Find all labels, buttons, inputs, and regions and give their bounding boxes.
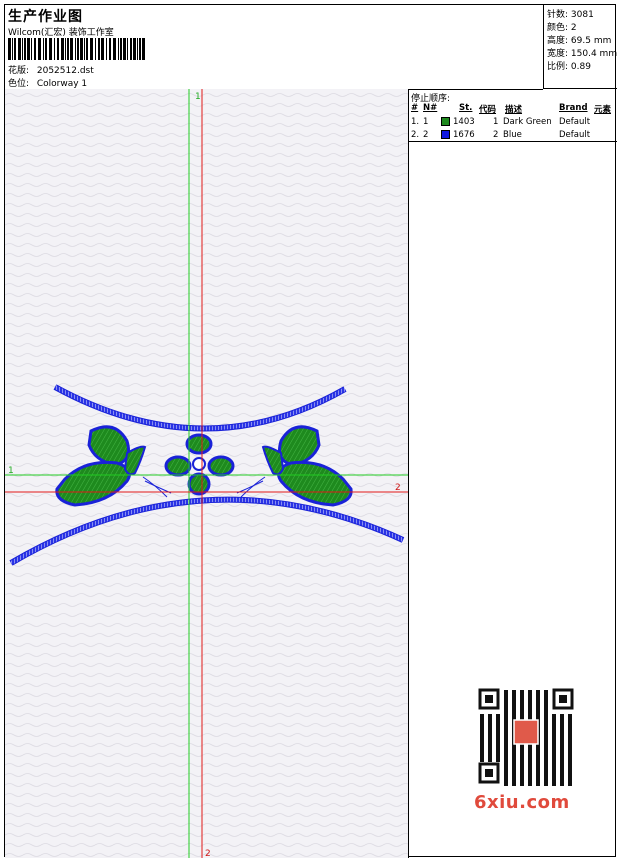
axis-label-left: 1 xyxy=(8,466,14,476)
watermark-text: 6xiu.com xyxy=(474,792,570,813)
stat-colors: 颜色: 2 xyxy=(547,23,577,33)
design-stats: 针数: 3081 颜色: 2 高度: 69.5 mm 宽度: 150.4 mm … xyxy=(543,5,617,89)
table-divider xyxy=(409,141,617,142)
company-name: Wilcom(汇宏) 装饰工作室 xyxy=(8,28,114,38)
col-header-code: 代码 xyxy=(479,105,497,115)
sheet-header: 生产作业图 Wilcom(汇宏) 装饰工作室 花版: 2052512.dst 色… xyxy=(5,5,543,90)
col-header-description: 描述 xyxy=(505,105,523,115)
design-filename: 2052512.dst xyxy=(36,66,94,76)
seal-icon xyxy=(513,719,539,745)
axis-label-top: 1 xyxy=(195,92,201,102)
stat-height: 高度: 69.5 mm xyxy=(547,36,612,46)
colorway-name: Colorway 1 xyxy=(36,79,88,89)
design-label: 花版: xyxy=(8,66,30,76)
col-header-brand: Brand xyxy=(559,103,588,113)
col-header-index: # xyxy=(411,103,419,113)
col-header-number: N# xyxy=(423,103,438,113)
stat-stitches: 针数: 3081 xyxy=(547,10,594,20)
color-swatch xyxy=(441,130,450,139)
colorway-label: 色位: xyxy=(8,79,30,89)
col-header-stitches: St. xyxy=(459,103,473,113)
colorway-line: 色位: Colorway 1 xyxy=(8,76,87,89)
design-preview-canvas[interactable]: 1 2 1 2 xyxy=(5,89,409,858)
design-line: 花版: 2052512.dst xyxy=(8,63,94,76)
stat-scale: 比例: 0.89 xyxy=(547,62,591,72)
barcode xyxy=(8,38,145,60)
stat-width: 宽度: 150.4 mm xyxy=(547,49,618,59)
col-header-element: 元素 xyxy=(594,105,612,115)
axis-label-right: 2 xyxy=(395,483,401,493)
page-title: 生产作业图 xyxy=(8,9,83,25)
axis-label-bottom: 2 xyxy=(205,849,211,858)
qr-code-icon xyxy=(476,686,576,786)
color-swatch xyxy=(441,117,450,126)
embroidery-preview: 1 2 1 2 xyxy=(5,89,408,858)
